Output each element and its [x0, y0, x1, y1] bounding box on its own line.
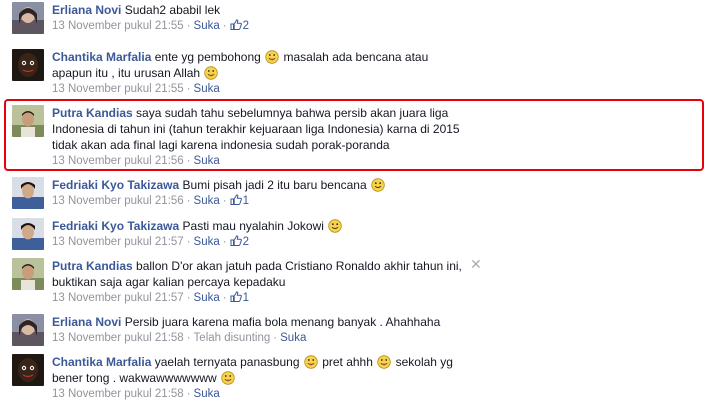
comment-timestamp[interactable]: 13 November pukul 21:55 [52, 20, 184, 32]
comment-author[interactable]: Putra Kandias [52, 106, 133, 120]
avatar[interactable] [12, 49, 44, 81]
comment-text: ente yg pembohong masalah ada bencana at… [154, 50, 429, 64]
comment-author[interactable]: Erliana Novi [52, 3, 121, 17]
avatar[interactable] [12, 354, 44, 386]
comment-author[interactable]: Erliana Novi [52, 315, 121, 329]
like-button[interactable]: Suka [194, 292, 220, 304]
comment-timestamp[interactable]: 13 November pukul 21:58 [52, 388, 184, 400]
tongue-emoticon-icon [265, 50, 279, 64]
comment-text: Sudah2 ababil lek [124, 3, 221, 17]
like-button[interactable]: Suka [280, 332, 306, 344]
tongue-emoticon-icon [304, 355, 318, 369]
comment-author[interactable]: Chantika Marfalia [52, 50, 151, 64]
avatar[interactable] [12, 314, 44, 346]
thumbs-up-icon [230, 19, 242, 30]
comment-text: saya sudah tahu sebelumnya bahwa persib … [136, 106, 449, 120]
comment-author[interactable]: Putra Kandias [52, 259, 133, 273]
avatar[interactable] [12, 258, 44, 290]
comment-text-continued: buktikan saja agar kalian percaya kepada… [52, 275, 286, 289]
comment-timestamp[interactable]: 13 November pukul 21:56 [52, 155, 184, 167]
like-count[interactable]: 1 [230, 195, 249, 207]
like-button[interactable]: Suka [194, 195, 220, 207]
comment-timestamp[interactable]: 13 November pukul 21:58 [52, 332, 184, 344]
avatar[interactable] [12, 105, 44, 137]
comment-text: yaelah ternyata panasbung pret ahhh seko… [154, 355, 453, 369]
thumbs-up-icon [230, 291, 242, 302]
like-count[interactable]: 2 [230, 20, 249, 32]
avatar[interactable] [12, 2, 44, 34]
like-button[interactable]: Suka [194, 83, 220, 95]
comment-text-continued: apapun itu , itu urusan Allah [52, 65, 704, 81]
thumbs-up-icon [230, 194, 242, 205]
comment-author[interactable]: Chantika Marfalia [52, 355, 151, 369]
edited-label[interactable]: Telah disunting [194, 332, 271, 344]
comment-timestamp[interactable]: 13 November pukul 21:57 [52, 236, 184, 248]
comment-text-continued: tidak akan ada final lagi karena indones… [52, 138, 390, 152]
like-count[interactable]: 2 [230, 236, 249, 248]
comment-text: Pasti mau nyalahin Jokowi [182, 219, 324, 233]
like-button[interactable]: Suka [194, 388, 220, 400]
comment-timestamp[interactable]: 13 November pukul 21:55 [52, 83, 184, 95]
comment-text: ballon D'or akan jatuh pada Cristiano Ro… [136, 259, 462, 273]
comment-text-continued: bener tong . wakwawwwwwww [52, 370, 704, 386]
like-count[interactable]: 1 [230, 292, 249, 304]
comment-text-continued: Indonesia di tahun ini (tahun terakhir k… [52, 122, 460, 136]
comment-text: Bumi pisah jadi 2 itu baru bencana [182, 178, 367, 192]
tongue-emoticon-icon [221, 371, 235, 385]
like-button[interactable]: Suka [194, 155, 220, 167]
comment-author[interactable]: Fedriaki Kyo Takizawa [52, 178, 179, 192]
avatar[interactable] [12, 218, 44, 250]
smile-emoticon-icon [371, 178, 385, 192]
comment-timestamp[interactable]: 13 November pukul 21:56 [52, 195, 184, 207]
close-icon[interactable]: ✕ [470, 256, 482, 272]
tongue-emoticon-icon [377, 355, 391, 369]
comment-text: Persib juara karena mafia bola menang ba… [124, 315, 441, 329]
comment-author[interactable]: Fedriaki Kyo Takizawa [52, 219, 179, 233]
comment-timestamp[interactable]: 13 November pukul 21:57 [52, 292, 184, 304]
tongue-emoticon-icon [204, 66, 218, 80]
like-button[interactable]: Suka [194, 20, 220, 32]
smile-emoticon-icon [328, 219, 342, 233]
like-button[interactable]: Suka [194, 236, 220, 248]
avatar[interactable] [12, 177, 44, 209]
thumbs-up-icon [230, 235, 242, 246]
